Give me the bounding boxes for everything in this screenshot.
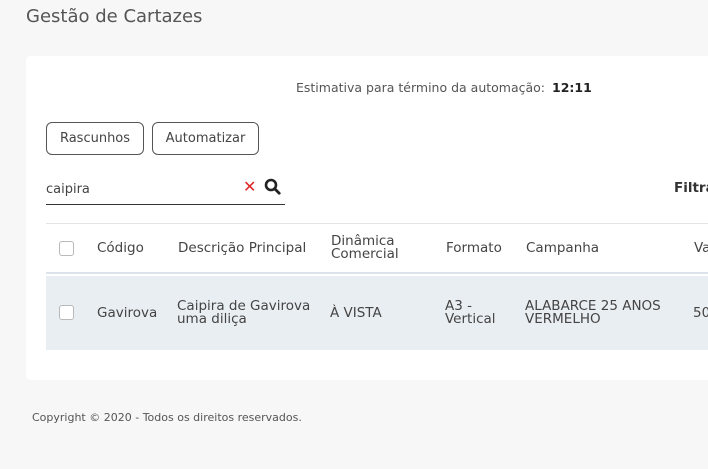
estimate-time: 12:11 — [552, 80, 592, 95]
estimate-label: Estimativa para término da automação: — [296, 80, 546, 95]
table-row[interactable]: Gavirova Caipira de Gavirova uma diliça … — [46, 276, 708, 350]
select-all-checkbox[interactable] — [59, 241, 74, 256]
search-icon[interactable] — [264, 178, 281, 195]
search-input[interactable] — [46, 178, 236, 200]
search-box: ✕ — [46, 174, 285, 205]
header-format[interactable]: Formato — [446, 241, 502, 255]
row-checkbox[interactable] — [59, 305, 74, 320]
header-dynamic[interactable]: Dinâmica Comercial — [331, 234, 399, 262]
automate-button[interactable]: Automatizar — [152, 122, 259, 155]
cell-code: Gavirova — [97, 305, 158, 321]
page-title: Gestão de Cartazes — [26, 6, 203, 27]
cell-description: Caipira de Gavirova uma diliça — [177, 299, 310, 327]
cell-dynamic: À VISTA — [330, 305, 382, 321]
cell-description-line2: uma diliça — [177, 311, 247, 327]
content-card: Estimativa para término da automação: 12… — [26, 56, 708, 380]
filter-toggle[interactable]: Filtrar — [674, 180, 708, 196]
automation-estimate: Estimativa para término da automação: 12… — [296, 80, 592, 95]
header-description[interactable]: Descrição Principal — [178, 241, 306, 255]
cell-format-line2: Vertical — [445, 311, 496, 327]
cell-campaign: ALABARCE 25 ANOS VERMELHO — [525, 299, 661, 327]
footer-copyright: Copyright © 2020 - Todos os direitos res… — [32, 411, 302, 424]
table-header: Código Descrição Principal Dinâmica Come… — [46, 224, 708, 274]
header-dynamic-line2: Comercial — [331, 246, 399, 262]
header-campaign[interactable]: Campanha — [526, 241, 599, 255]
cell-value: 50 — [693, 305, 708, 321]
header-value[interactable]: Va — [694, 241, 708, 255]
header-code[interactable]: Código — [97, 241, 144, 255]
cell-format: A3 - Vertical — [445, 299, 496, 327]
drafts-button[interactable]: Rascunhos — [46, 122, 144, 155]
cell-campaign-line2: VERMELHO — [525, 311, 601, 327]
clear-icon[interactable]: ✕ — [243, 177, 259, 197]
